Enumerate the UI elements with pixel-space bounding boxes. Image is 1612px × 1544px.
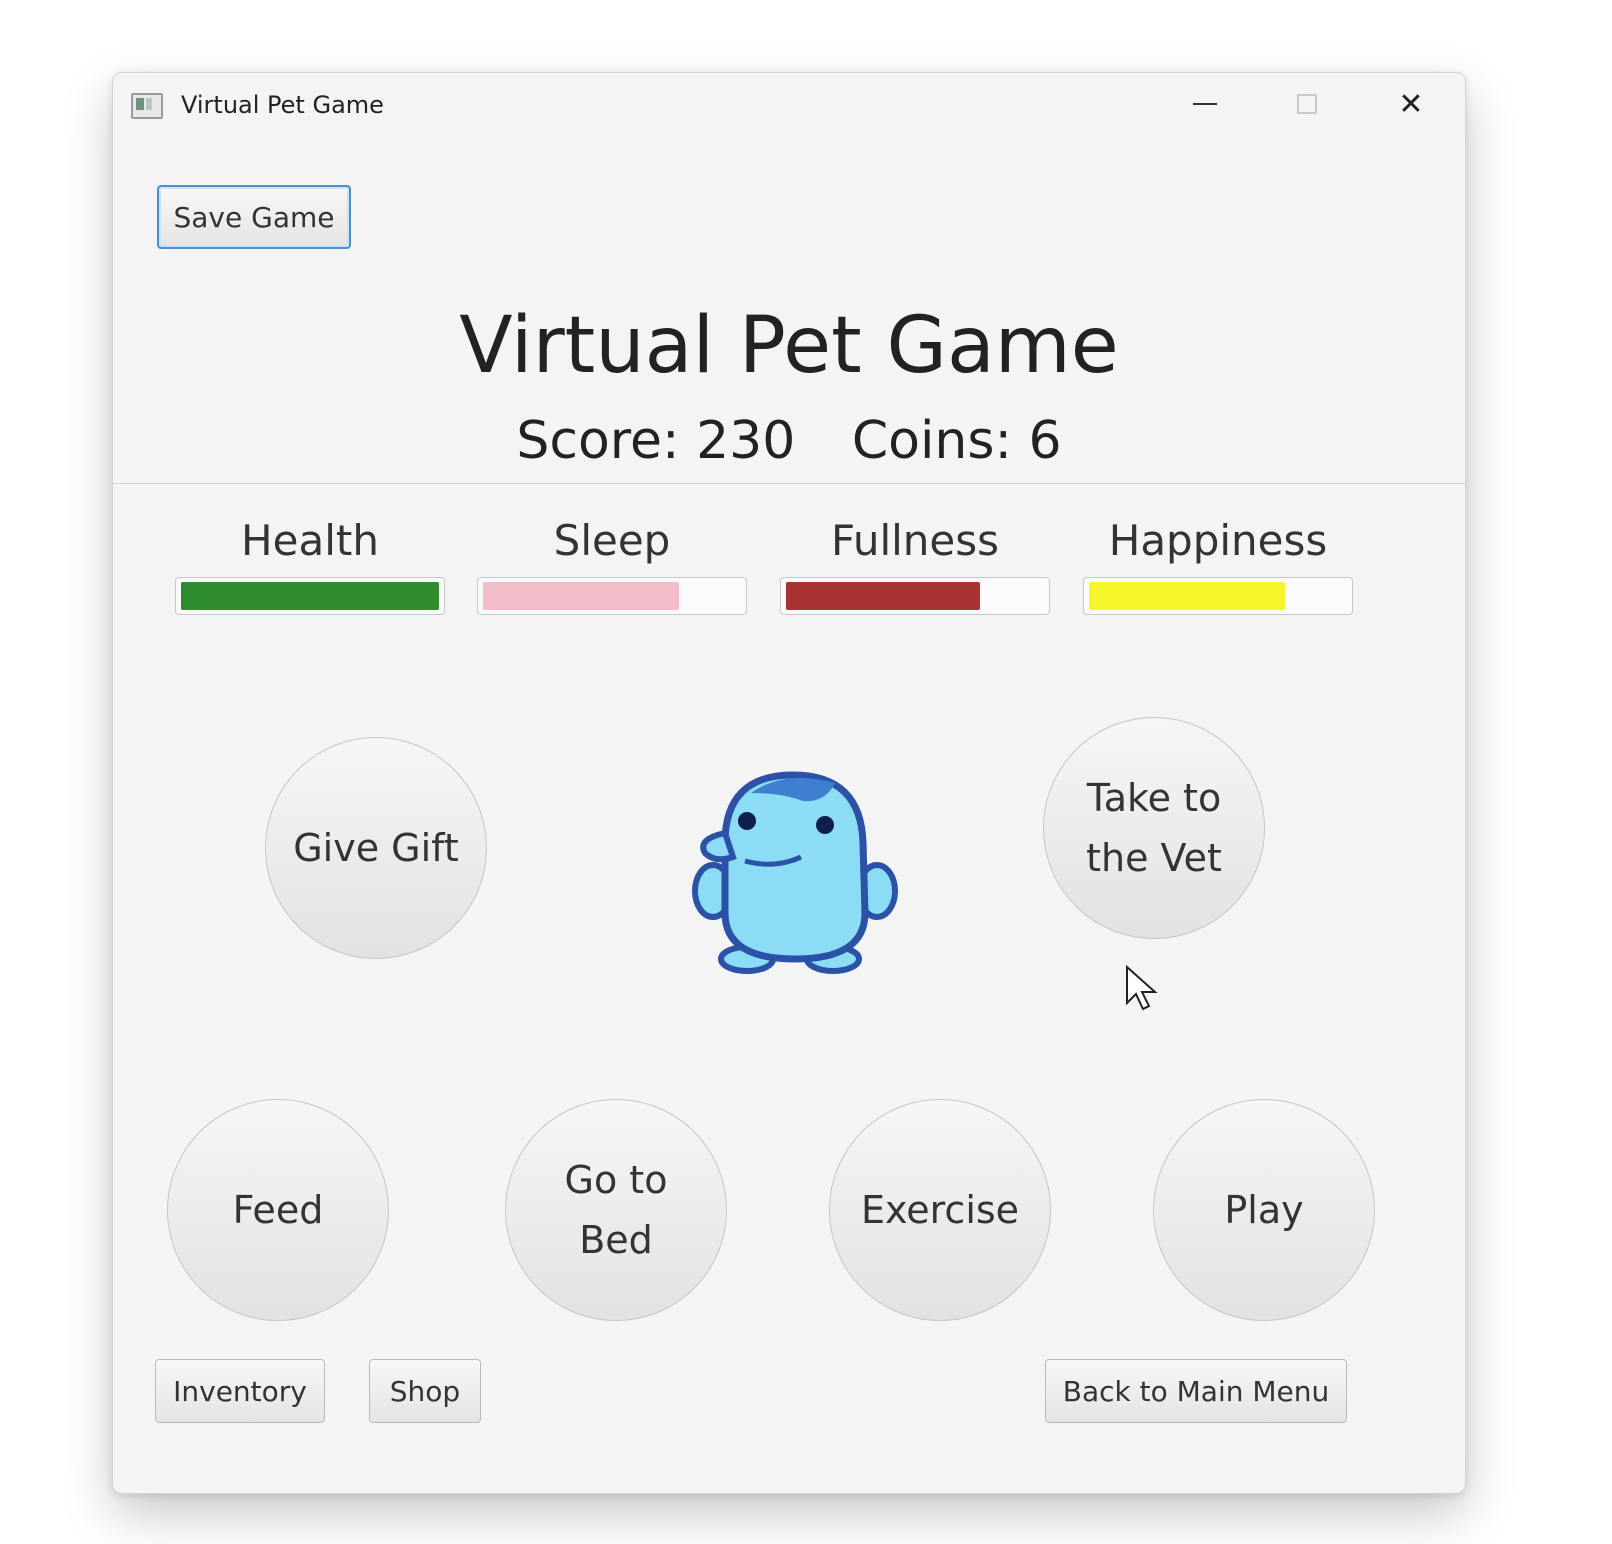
stat-label: Happiness <box>1108 516 1328 565</box>
pet-body <box>721 771 869 963</box>
score-text: Score: 230 <box>516 411 796 471</box>
page-title: Virtual Pet Game <box>459 301 1119 391</box>
penguin-pet-sprite <box>692 771 898 974</box>
stat-sleep: Sleep <box>477 513 747 615</box>
progress-bar <box>477 577 747 615</box>
divider <box>113 483 1465 484</box>
give-gift-button[interactable]: Give Gift <box>265 737 487 959</box>
inventory-button[interactable]: Inventory <box>155 1359 325 1423</box>
go-to-bed-button[interactable]: Go to Bed <box>505 1099 727 1321</box>
stat-happiness: Happiness <box>1083 513 1353 615</box>
pet-eye-left <box>738 812 756 830</box>
progress-bar <box>175 577 445 615</box>
close-icon: ✕ <box>1398 86 1424 122</box>
stat-fullness: Fullness <box>780 513 1050 615</box>
maximize-button[interactable] <box>1271 81 1343 127</box>
coins-text: Coins: 6 <box>851 411 1062 471</box>
back-to-main-menu-button[interactable]: Back to Main Menu <box>1045 1359 1347 1423</box>
app-window: Virtual Pet Game ✕ Save Game Virtual Pet… <box>112 72 1466 1494</box>
stat-health: Health <box>175 513 445 615</box>
app-icon <box>131 93 163 119</box>
title-bar: Virtual Pet Game ✕ <box>113 73 1465 137</box>
play-button[interactable]: Play <box>1153 1099 1375 1321</box>
pet-eye-right <box>816 816 834 834</box>
stat-label: Fullness <box>830 516 1000 565</box>
exercise-button[interactable]: Exercise <box>829 1099 1051 1321</box>
stat-label: Sleep <box>553 516 671 565</box>
minimize-icon <box>1193 103 1217 105</box>
stat-label: Health <box>241 516 379 565</box>
close-button[interactable]: ✕ <box>1375 81 1447 127</box>
window-title: Virtual Pet Game <box>181 91 384 119</box>
mouse-cursor-icon <box>1126 965 1158 1011</box>
take-to-vet-button[interactable]: Take to the Vet <box>1043 717 1265 939</box>
progress-fill <box>181 582 439 610</box>
progress-fill <box>1089 582 1286 610</box>
maximize-icon <box>1297 94 1317 114</box>
progress-fill <box>483 582 680 610</box>
save-game-button[interactable]: Save Game <box>157 185 351 249</box>
progress-fill <box>786 582 980 610</box>
progress-bar <box>780 577 1050 615</box>
score-line: Score: 230 Coins: 6 <box>113 411 1465 471</box>
shop-button[interactable]: Shop <box>369 1359 481 1423</box>
progress-bar <box>1083 577 1353 615</box>
minimize-button[interactable] <box>1169 81 1241 127</box>
pet-beak <box>700 829 737 863</box>
feed-button[interactable]: Feed <box>167 1099 389 1321</box>
